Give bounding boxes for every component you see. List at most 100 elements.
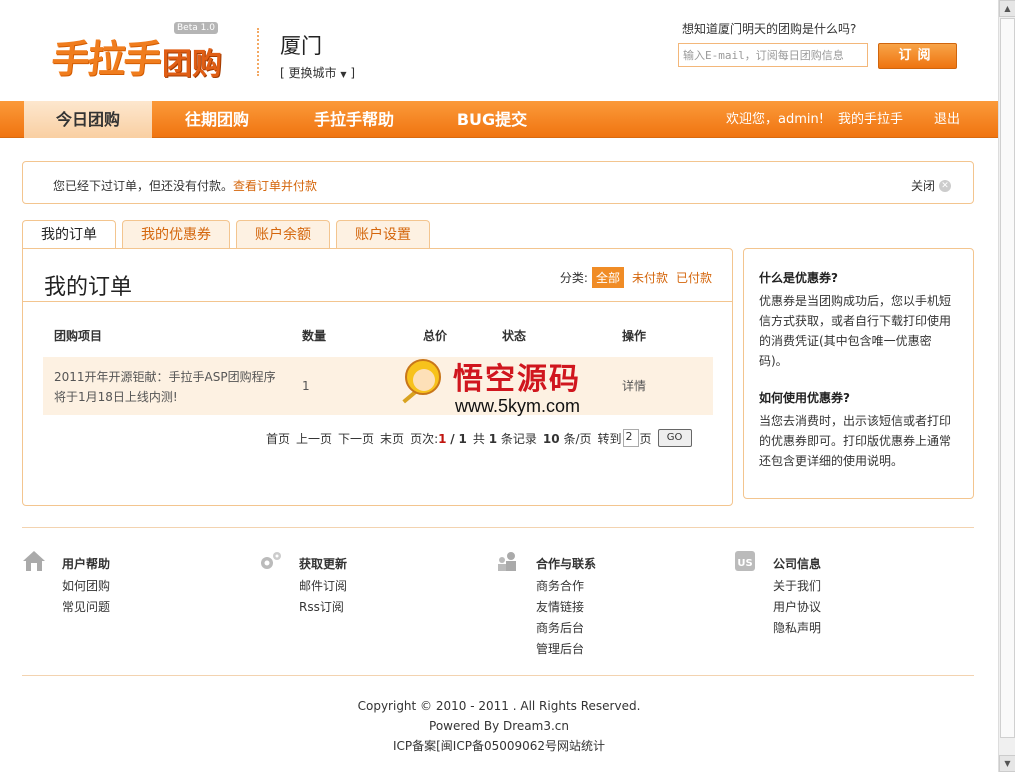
nav-today-deals[interactable]: 今日团购: [24, 101, 152, 138]
column-header-action: 操作: [622, 329, 647, 343]
pager-per-page-label: 条/页: [563, 431, 592, 446]
pager-first[interactable]: 首页: [266, 430, 290, 447]
pager-record-count: 1: [488, 431, 498, 446]
us-icon: US: [735, 551, 755, 571]
tab-my-coupons[interactable]: 我的优惠券: [122, 220, 230, 249]
pager-records-label: 条记录: [500, 431, 537, 446]
change-city-link[interactable]: [ 更换城市 ▼ ]: [280, 64, 355, 81]
my-account-link[interactable]: 我的手拉手: [838, 101, 903, 138]
people-icon: [498, 552, 516, 571]
footer-link-friend-links[interactable]: 友情链接: [536, 598, 584, 615]
account-tabs: 我的订单 我的优惠券 账户余额 账户设置: [22, 220, 436, 250]
pager-goto: 转到 2 页: [598, 429, 652, 447]
go-button[interactable]: GO: [657, 429, 692, 447]
footer-link-admin-backend[interactable]: 管理后台: [536, 640, 584, 657]
filter-unpaid[interactable]: 未付款: [632, 269, 668, 286]
change-city-bracket: ]: [350, 66, 355, 80]
pager-prev[interactable]: 上一页: [296, 430, 332, 447]
column-header-item: 团购项目: [54, 329, 103, 343]
site-header: 手拉手 团购 Beta 1.0 厦门 [ 更换城市 ▼ ] 想知道厦门明天的团购…: [0, 0, 998, 100]
footer-link-business[interactable]: 商务合作: [536, 577, 584, 594]
monkey-logo-icon: [399, 357, 449, 415]
logo-main-text: 手拉手: [49, 37, 162, 81]
notice-message: 您已经下过订单，但还没有付款。: [53, 179, 234, 193]
gears-icon: [261, 552, 281, 569]
column-header-status: 状态: [502, 329, 527, 343]
scroll-up-icon[interactable]: ▲: [999, 0, 1015, 17]
watermark: 悟空源码 www.5kym.com: [399, 354, 581, 417]
pager-total-pages: 1: [458, 431, 467, 446]
footer-link-rss[interactable]: Rss订阅: [299, 598, 344, 615]
copyright-text: Copyright © 2010 - 2011 . All Rights Res…: [357, 699, 641, 713]
vertical-scrollbar[interactable]: ▲ ▼: [998, 0, 1015, 772]
pager-page-label: 页次:: [410, 431, 439, 446]
watermark-text: 悟空源码: [453, 362, 581, 397]
footer-link-email-subscribe[interactable]: 邮件订阅: [299, 577, 347, 594]
filter-label: 分类:: [559, 271, 588, 285]
pager-per-page-count: 10: [542, 431, 560, 446]
orders-panel: 我的订单 分类: 全部 未付款 已付款 团购项目 数量 总价 状态 操作 201…: [22, 248, 733, 506]
scroll-thumb[interactable]: [1000, 18, 1015, 738]
scroll-down-icon[interactable]: ▼: [999, 755, 1015, 772]
logout-link[interactable]: 退出: [934, 101, 960, 138]
welcome-text: 欢迎您，admin!: [726, 101, 824, 138]
pagination: 首页 上一页 下一页 末页 页次:1 / 1 共 1 条记录 10 条/页 转到…: [266, 429, 692, 447]
coupon-help-sidebar: 什么是优惠券? 优惠券是当团购成功后，您以手机短信方式获取，或者自行下载打印使用…: [743, 248, 974, 499]
order-item-name[interactable]: 2011开年开源钜献：手拉手ASP团购程序将于1月18日上线内测!: [54, 367, 284, 407]
column-header-total: 总价: [423, 329, 448, 343]
pager-next[interactable]: 下一页: [338, 430, 374, 447]
tab-account-balance[interactable]: 账户余额: [236, 220, 330, 249]
footer-link-business-backend[interactable]: 商务后台: [536, 619, 584, 636]
page-number-input[interactable]: 2: [622, 429, 639, 447]
icp-text[interactable]: ICP备案[闽ICP备05009062号网站统计: [0, 737, 998, 754]
header-divider: [257, 28, 259, 76]
footer-title-updates: 获取更新: [299, 557, 348, 571]
view-order-pay-link[interactable]: 查看订单并付款: [233, 179, 317, 193]
footer-link-how-to-buy[interactable]: 如何团购: [62, 577, 110, 594]
svg-text:US: US: [737, 558, 752, 569]
pager-page-suffix: 页: [639, 431, 652, 446]
close-icon: ✕: [939, 179, 951, 192]
powered-by-text[interactable]: Powered By Dream3.cn: [0, 719, 998, 733]
footer-link-terms[interactable]: 用户协议: [773, 598, 821, 615]
nav-bug-report[interactable]: BUG提交: [428, 101, 556, 138]
footer-title-contact: 合作与联系: [536, 557, 597, 571]
pager-current: 1: [438, 431, 447, 446]
subscribe-question: 想知道厦门明天的团购是什么吗?: [682, 22, 857, 36]
order-quantity: 1: [302, 379, 310, 393]
subscribe-button[interactable]: 订阅: [878, 43, 957, 69]
notice-close-button[interactable]: 关闭 ✕: [911, 177, 951, 194]
home-icon: [23, 551, 45, 571]
coupon-usage-question: 如何使用优惠券?: [759, 391, 850, 405]
unpaid-order-notice: 您已经下过订单，但还没有付款。查看订单并付款 关闭 ✕: [22, 161, 974, 204]
coupon-usage-answer: 当您去消费时，出示该短信或者打印的优惠券即可。打印版优惠券上通常还包含更详细的使…: [759, 414, 952, 468]
chevron-down-icon: ▼: [340, 70, 347, 79]
page-title: 我的订单: [44, 275, 133, 300]
username: admin!: [778, 112, 824, 127]
footer-divider-bottom: [22, 675, 974, 676]
nav-past-deals[interactable]: 往期团购: [153, 101, 281, 138]
footer-link-about[interactable]: 关于我们: [773, 577, 821, 594]
pager-goto-label: 转到: [597, 431, 622, 446]
main-nav: 今日团购 往期团购 手拉手帮助 BUG提交 欢迎您，admin! 我的手拉手 退…: [0, 101, 998, 138]
filter-all[interactable]: 全部: [591, 267, 624, 288]
order-detail-link[interactable]: 详情: [622, 377, 646, 394]
footer-divider-top: [22, 527, 974, 528]
subscribe-email-input[interactable]: 输入E-mail，订阅每日团购信息: [678, 43, 868, 67]
footer-title-help: 用户帮助: [62, 557, 111, 571]
order-filter: 分类: 全部 未付款 已付款: [560, 267, 712, 288]
pager-info: 页次:1 / 1: [410, 430, 467, 447]
notice-close-label: 关闭: [910, 179, 935, 193]
filter-paid[interactable]: 已付款: [676, 269, 712, 286]
tab-my-orders[interactable]: 我的订单: [22, 220, 116, 250]
footer-link-faq[interactable]: 常见问题: [62, 598, 110, 615]
footer-link-privacy[interactable]: 隐私声明: [773, 619, 821, 636]
footer-title-company: 公司信息: [773, 557, 822, 571]
nav-help[interactable]: 手拉手帮助: [290, 101, 418, 138]
pager-last[interactable]: 末页: [380, 430, 404, 447]
change-city-label: [ 更换城市: [280, 66, 337, 80]
subscribe-box: 想知道厦门明天的团购是什么吗? 输入E-mail，订阅每日团购信息 订阅: [678, 20, 957, 69]
tab-account-settings[interactable]: 账户设置: [336, 220, 430, 249]
city-name: 厦门: [280, 34, 322, 58]
site-logo[interactable]: 手拉手 团购 Beta 1.0: [49, 22, 222, 83]
